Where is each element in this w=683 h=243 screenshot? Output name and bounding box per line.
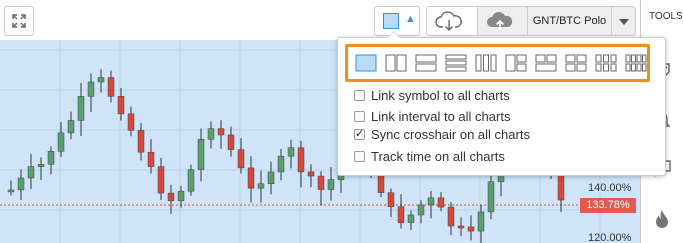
candle-body: [277, 155, 285, 173]
layout-3-left-icon[interactable]: [505, 54, 527, 72]
candle-body: [67, 120, 75, 134]
candle-body: [177, 190, 185, 202]
candle-body: [257, 183, 265, 189]
expand-icon: [12, 14, 26, 28]
candle-body: [467, 226, 475, 232]
link-interval-checkbox[interactable]: [354, 110, 365, 122]
candle-body: [77, 96, 85, 121]
candle-body: [287, 147, 295, 157]
candle-body: [87, 81, 95, 97]
candle-body: [237, 149, 245, 169]
caret-up-icon: ▲: [405, 13, 416, 25]
candle-body: [17, 177, 25, 191]
candle-body: [247, 167, 255, 189]
candle-body: [167, 192, 175, 202]
candle-body: [427, 197, 435, 206]
link-symbol-checkbox[interactable]: [354, 89, 365, 101]
candle-body: [487, 181, 495, 213]
option-link-symbol[interactable]: Link symbol to all charts: [354, 85, 510, 105]
candle-body: [117, 96, 125, 115]
option-label: Sync crosshair on all charts: [371, 126, 530, 142]
current-price-badge: 133.78%: [580, 198, 636, 213]
candle-body: [187, 169, 195, 192]
candle-body: [57, 132, 65, 152]
layout-1-icon[interactable]: [355, 54, 377, 72]
candle-body: [27, 166, 35, 179]
candle-body: [397, 206, 405, 223]
track-time-checkbox[interactable]: [354, 150, 365, 162]
layout-3-vertical-icon[interactable]: [475, 54, 497, 72]
tools-title: TOOLS: [649, 11, 683, 22]
layout-menu: Link symbol to all charts Link interval …: [337, 31, 666, 176]
symbol-label[interactable]: GNT/BTC Polo: [528, 6, 612, 36]
candle-body: [147, 151, 155, 167]
candle-body: [37, 164, 45, 167]
layout-2-horizontal-icon[interactable]: [415, 54, 437, 72]
candle-body: [437, 197, 445, 208]
candle-body: [107, 77, 115, 97]
sync-crosshair-checkbox[interactable]: [354, 127, 365, 140]
layout-options: [345, 44, 650, 82]
candle-body: [137, 130, 145, 153]
layout-3-horizontal-icon[interactable]: [445, 54, 467, 72]
save-chart-button[interactable]: [478, 6, 528, 36]
option-label: Link interval to all charts: [371, 108, 511, 124]
cloud-upload-icon: [487, 12, 513, 30]
candle-body: [127, 113, 135, 131]
candle-body: [297, 147, 305, 173]
candle-body: [7, 189, 15, 193]
candle-body: [217, 128, 225, 136]
candle-body: [327, 179, 335, 190]
candle-body: [417, 204, 425, 216]
candle-body: [307, 171, 315, 177]
candle-body: [447, 206, 455, 227]
candle-body: [47, 151, 55, 165]
option-sync-crosshair[interactable]: Sync crosshair on all charts: [354, 124, 530, 144]
candle-body: [387, 192, 395, 207]
cloud-download-icon: [435, 11, 462, 31]
layout-3-top-icon[interactable]: [535, 54, 557, 72]
candle-body: [267, 171, 275, 184]
candle-body: [477, 211, 485, 232]
candle-body: [407, 214, 415, 223]
load-chart-button[interactable]: [426, 6, 478, 36]
candle-body: [317, 175, 325, 190]
option-link-interval[interactable]: Link interval to all charts: [354, 106, 510, 126]
expand-button[interactable]: [4, 6, 34, 36]
layout-4-icon[interactable]: [565, 54, 587, 72]
candle-body: [457, 225, 465, 229]
candle-body: [97, 77, 105, 83]
layout-single-icon: [383, 13, 399, 29]
option-label: Track time on all charts: [371, 148, 505, 164]
layout-6-icon[interactable]: [595, 54, 617, 72]
flame-icon[interactable]: [651, 208, 673, 230]
candle-body: [207, 128, 215, 140]
price-label: 140.00%: [588, 182, 632, 194]
top-toolbar: ▲ GNT/BTC Polo: [0, 0, 640, 41]
option-label: Link symbol to all charts: [371, 87, 510, 103]
candle-body: [157, 166, 165, 194]
layout-2-vertical-icon[interactable]: [385, 54, 407, 72]
option-track-time[interactable]: Track time on all charts: [354, 146, 505, 166]
symbol-dropdown-button[interactable]: [612, 6, 636, 36]
layout-8-icon[interactable]: [625, 54, 647, 72]
candle-body: [227, 134, 235, 150]
candle-body: [197, 139, 205, 170]
price-label: 120.00%: [588, 232, 632, 243]
